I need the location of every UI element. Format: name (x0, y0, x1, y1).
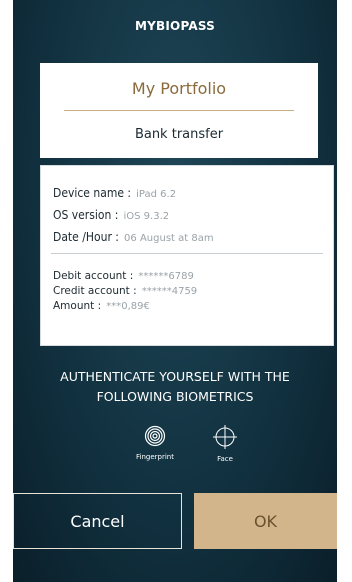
auth-title-line2: FOLLOWING BIOMETRICS (96, 389, 254, 404)
biometric-option-fingerprint[interactable]: Fingerprint (115, 425, 195, 461)
os-row: OS version : iOS 9.3.2 (53, 204, 169, 223)
date-value: 06 August at 8am (124, 233, 214, 244)
app-title: MYBIOPASS (135, 19, 215, 33)
fingerprint-icon (144, 425, 166, 447)
amount-row: Amount : ***0,89€ (53, 294, 150, 313)
device-label: Device name : (53, 186, 132, 200)
device-value: iPad 6.2 (136, 189, 177, 200)
date-row: Date /Hour : 06 August at 8am (53, 226, 214, 245)
portfolio-title: My Portfolio (131, 79, 227, 98)
biometric-option-face[interactable]: Face (185, 425, 265, 463)
divider (64, 110, 294, 111)
transaction-details-card: Device name : iPad 6.2 OS version : iOS … (40, 165, 334, 346)
amount-value: ***0,89€ (106, 301, 150, 312)
face-target-icon (213, 425, 237, 449)
os-label: OS version : (53, 208, 119, 222)
portfolio-card: My Portfolio Bank transfer (40, 63, 318, 158)
fingerprint-label: Fingerprint (136, 453, 174, 461)
amount-label: Amount : (53, 300, 102, 312)
operation-type: Bank transfer (134, 127, 224, 142)
os-value: iOS 9.3.2 (123, 211, 170, 222)
details-divider (51, 253, 323, 254)
face-label: Face (217, 455, 233, 463)
device-row: Device name : iPad 6.2 (53, 182, 176, 201)
auth-instructions: AUTHENTICATE YOURSELF WITH THE FOLLOWING… (13, 367, 337, 407)
date-label: Date /Hour : (53, 230, 119, 244)
credit-value: ******4759 (141, 286, 198, 297)
auth-title-line1: AUTHENTICATE YOURSELF WITH THE (60, 369, 290, 384)
cancel-button[interactable]: Cancel (13, 493, 182, 549)
ok-button[interactable]: OK (194, 493, 337, 549)
